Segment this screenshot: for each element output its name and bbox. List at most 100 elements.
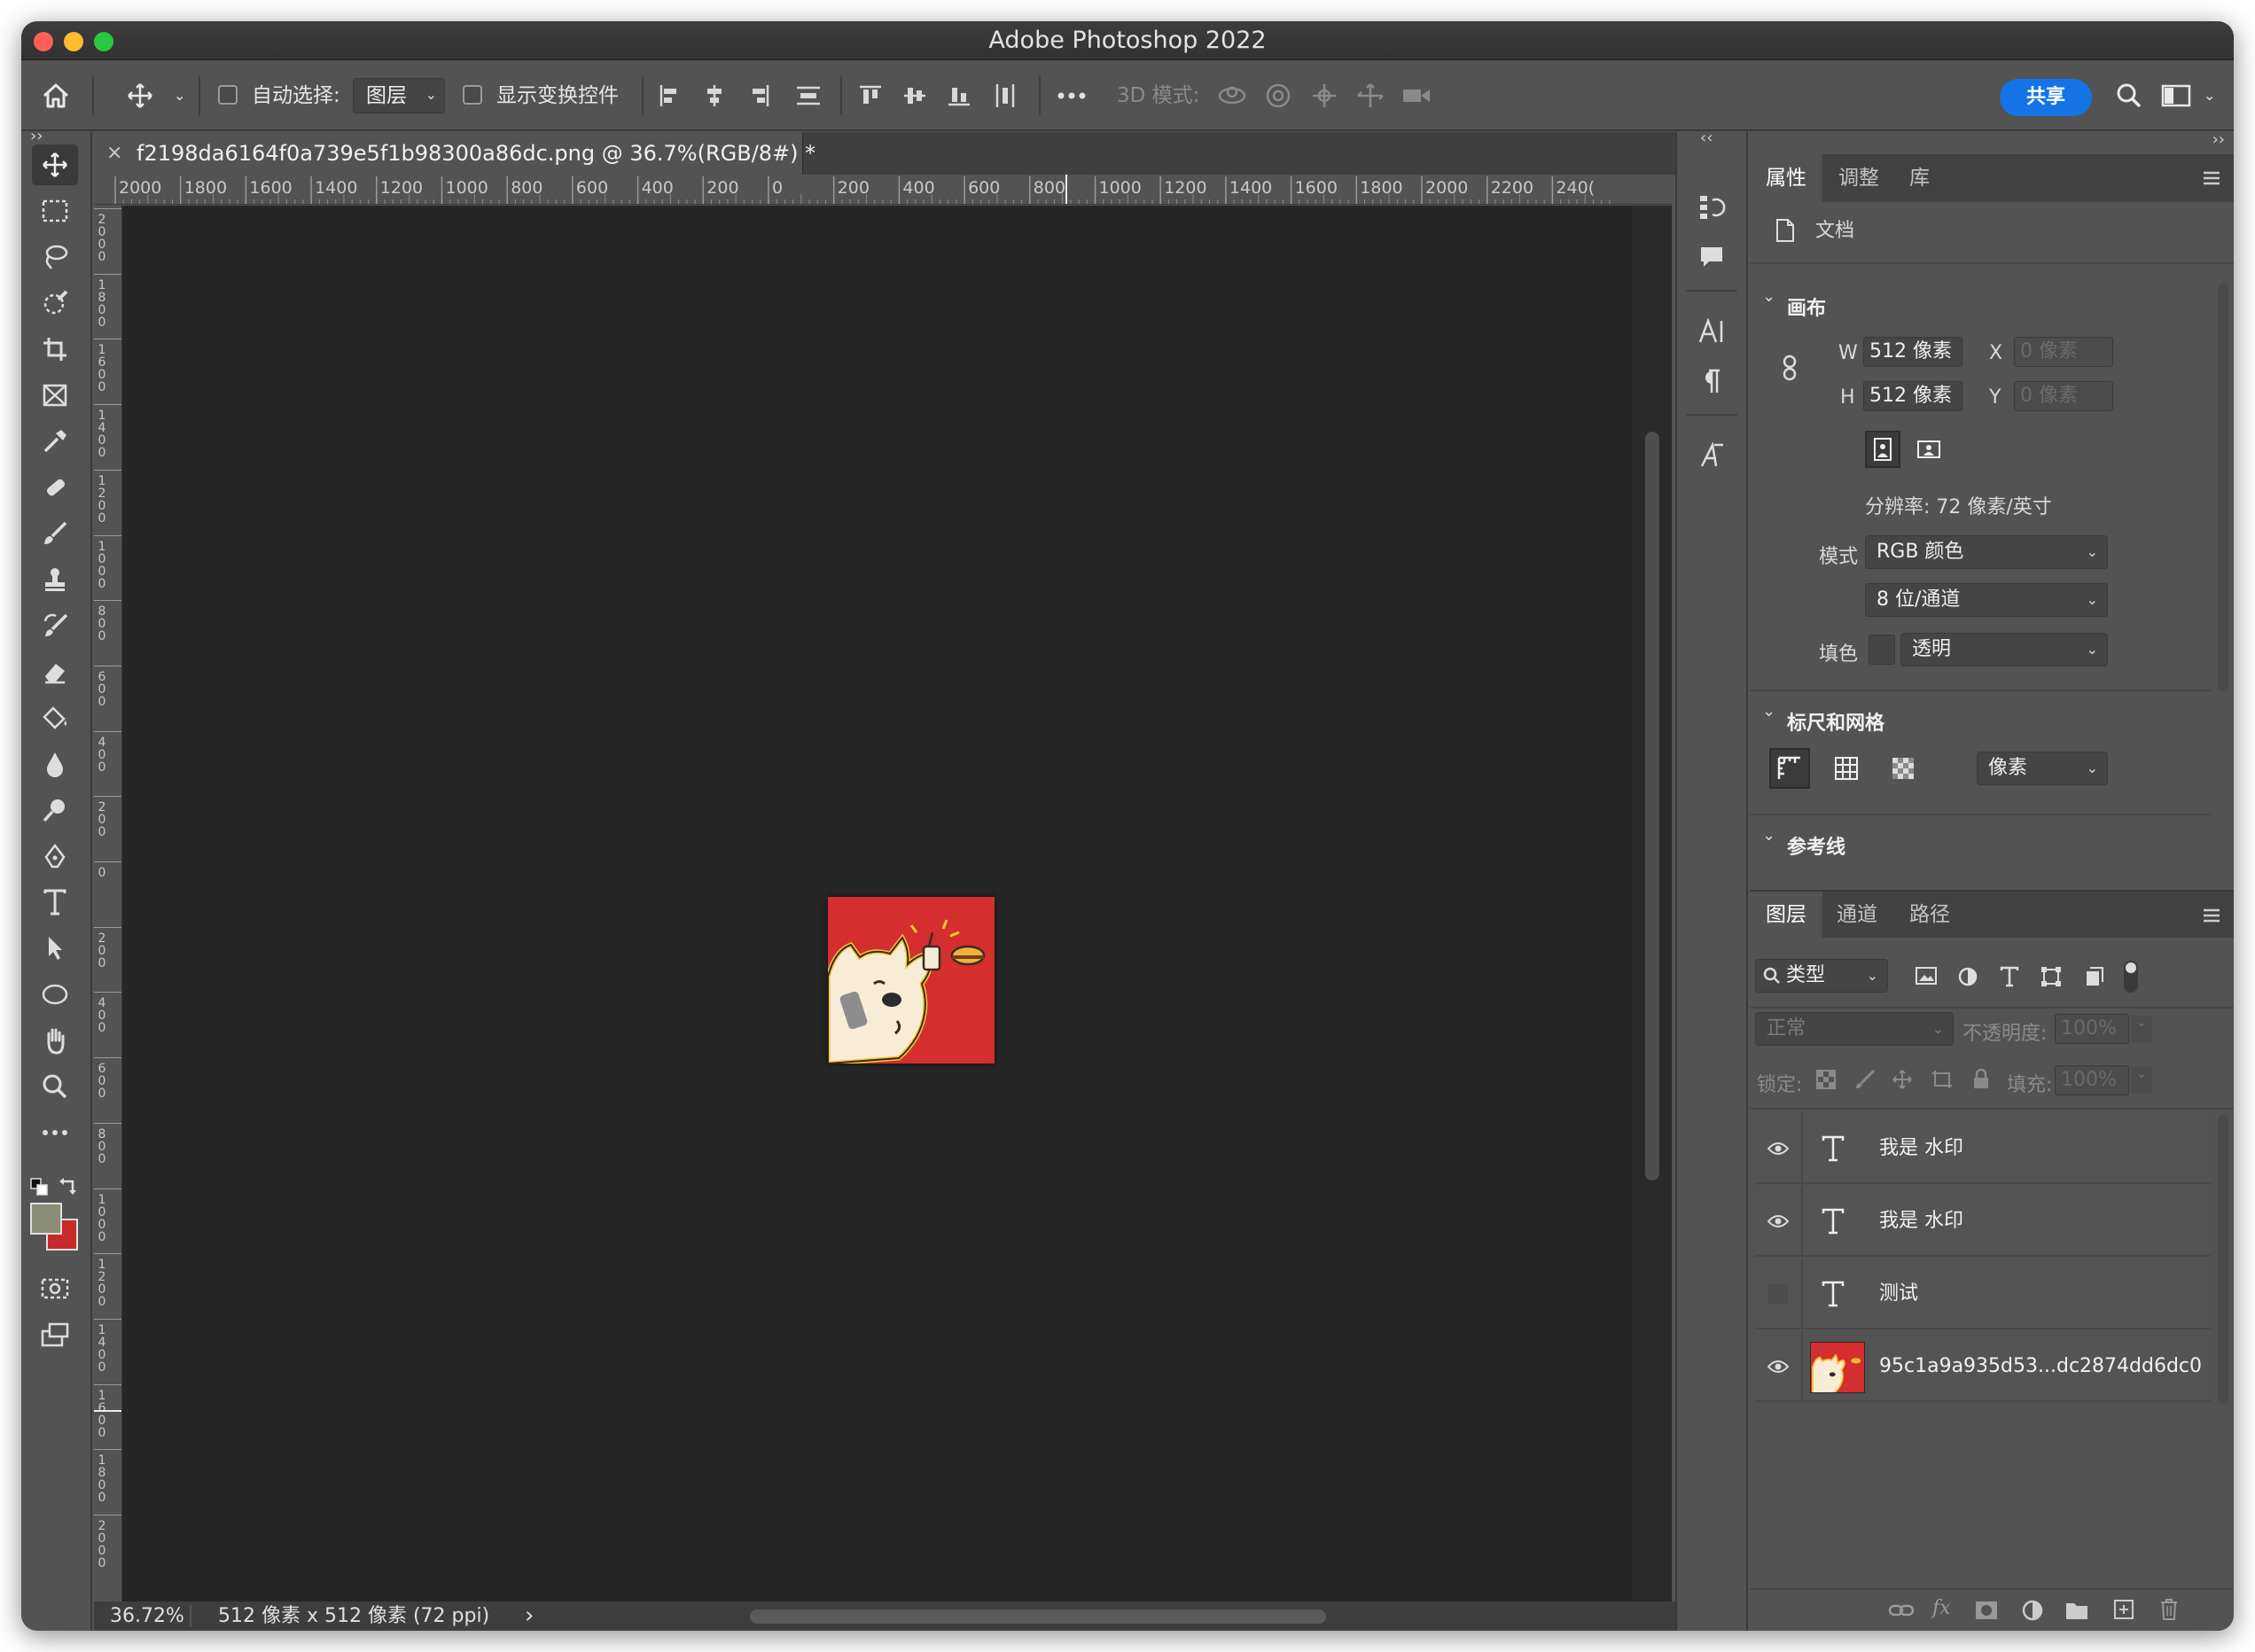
paragraph-panel-icon[interactable] bbox=[1689, 359, 1734, 403]
visibility-eye-icon[interactable] bbox=[1755, 1331, 1801, 1402]
add-mask-icon[interactable] bbox=[1975, 1601, 1998, 1620]
lock-artboard-icon[interactable] bbox=[1931, 1069, 1954, 1090]
status-menu-arrow[interactable]: › bbox=[525, 1601, 534, 1631]
vertical-scroll-thumb[interactable] bbox=[1645, 432, 1659, 1181]
vertical-scrollbar[interactable] bbox=[1633, 206, 1672, 1601]
healing-brush-tool[interactable] bbox=[32, 467, 78, 508]
more-options-icon[interactable] bbox=[1049, 60, 1094, 131]
canvas-area[interactable] bbox=[122, 206, 1672, 1601]
fx-icon[interactable]: fx bbox=[1932, 1597, 1951, 1619]
mode-dropdown[interactable]: RGB 颜色 ⌄ bbox=[1865, 535, 2108, 569]
lock-position-icon[interactable] bbox=[1892, 1069, 1913, 1090]
visibility-eye-icon[interactable] bbox=[1755, 1186, 1801, 1257]
filter-adjustment-icon[interactable] bbox=[1957, 966, 1978, 987]
panel-menu-icon[interactable] bbox=[2202, 908, 2221, 923]
tab-channels[interactable]: 通道 bbox=[1837, 892, 1877, 938]
filter-smart-object-icon[interactable] bbox=[2085, 966, 2104, 987]
distribute-icon[interactable] bbox=[789, 60, 828, 131]
layer-row[interactable]: 测试 bbox=[1755, 1258, 2211, 1329]
horizontal-scroll-thumb[interactable] bbox=[750, 1609, 1326, 1624]
comments-panel-icon[interactable] bbox=[1689, 235, 1734, 279]
layer-filter-dropdown[interactable]: 类型 ⌄ bbox=[1755, 959, 1888, 993]
filter-pixel-icon[interactable] bbox=[1915, 966, 1938, 986]
move-tool[interactable] bbox=[32, 144, 78, 185]
crop-tool[interactable] bbox=[32, 329, 78, 370]
filter-type-icon[interactable] bbox=[2000, 966, 2019, 987]
glyphs-panel-icon[interactable] bbox=[1689, 433, 1734, 478]
chevron-down-icon[interactable]: ⌄ bbox=[2131, 1016, 2152, 1042]
hand-tool[interactable] bbox=[32, 1020, 78, 1061]
paint-bucket-tool[interactable] bbox=[32, 697, 78, 738]
lock-pixels-icon[interactable] bbox=[1854, 1069, 1876, 1090]
collapse-icon[interactable]: ›› bbox=[30, 127, 43, 145]
align-hcenter-icon[interactable] bbox=[697, 60, 732, 131]
ruler-units-dropdown[interactable]: 像素 ⌄ bbox=[1977, 752, 2108, 785]
portrait-orientation-button[interactable] bbox=[1865, 431, 1900, 468]
canvas-section-title[interactable]: 画布 bbox=[1787, 292, 1826, 321]
layer-row[interactable]: 我是 水印 bbox=[1755, 1186, 2211, 1257]
guides-section-title[interactable]: 参考线 bbox=[1787, 831, 1845, 860]
type-tool[interactable] bbox=[32, 882, 78, 923]
eraser-tool[interactable] bbox=[32, 651, 78, 692]
3d-pan-icon[interactable] bbox=[1305, 60, 1344, 131]
path-selection-tool[interactable] bbox=[32, 928, 78, 969]
auto-select-dropdown[interactable]: 图层 ⌄ bbox=[353, 78, 445, 113]
eyedropper-tool[interactable] bbox=[32, 421, 78, 462]
panel-menu-icon[interactable] bbox=[2202, 170, 2221, 186]
ellipse-tool[interactable] bbox=[32, 974, 78, 1015]
home-icon[interactable] bbox=[34, 60, 78, 131]
chevron-down-icon[interactable]: ⌄ bbox=[174, 60, 185, 131]
layer-row[interactable]: 95c1a9a935d53...dc2874dd6dc0 bbox=[1755, 1331, 2211, 1402]
tab-adjustments[interactable]: 调整 bbox=[1838, 154, 1879, 202]
search-icon[interactable] bbox=[2110, 60, 2149, 131]
history-brush-tool[interactable] bbox=[32, 605, 78, 646]
foreground-color-swatch[interactable] bbox=[30, 1203, 62, 1235]
grid-toggle-icon[interactable] bbox=[1826, 748, 1867, 789]
filter-shape-icon[interactable] bbox=[2040, 966, 2062, 987]
align-vcenter-icon[interactable] bbox=[897, 60, 932, 131]
new-group-icon[interactable] bbox=[2065, 1601, 2088, 1620]
expand-panels-icon[interactable]: ‹‹ bbox=[1700, 129, 1713, 147]
move-tool-icon[interactable] bbox=[121, 60, 160, 131]
layer-name[interactable]: 测试 bbox=[1879, 1258, 1918, 1329]
link-icon[interactable] bbox=[1782, 355, 1798, 381]
document-image[interactable] bbox=[828, 897, 995, 1064]
blur-tool[interactable] bbox=[32, 744, 78, 784]
pixel-grid-toggle-icon[interactable] bbox=[1883, 748, 1923, 789]
fill-dropdown[interactable]: 透明 ⌄ bbox=[1900, 633, 2108, 666]
height-field[interactable]: 512 像素 bbox=[1863, 381, 1962, 411]
share-button[interactable]: 共享 bbox=[2000, 79, 2092, 116]
link-layers-icon[interactable] bbox=[1888, 1601, 1915, 1620]
quick-select-tool[interactable] bbox=[32, 283, 78, 323]
screen-mode-icon[interactable] bbox=[32, 1314, 78, 1355]
filter-toggle-icon[interactable] bbox=[2124, 961, 2138, 993]
3d-roll-icon[interactable] bbox=[1259, 60, 1298, 131]
align-bottom-icon[interactable] bbox=[941, 60, 977, 131]
zoom-tool[interactable] bbox=[32, 1066, 78, 1107]
y-field[interactable]: 0 像素 bbox=[2014, 381, 2113, 411]
3d-slide-icon[interactable] bbox=[1351, 60, 1390, 131]
show-transform-checkbox[interactable] bbox=[463, 85, 482, 105]
rulers-grids-section-title[interactable]: 标尺和网格 bbox=[1787, 707, 1884, 736]
swap-colors-icon[interactable] bbox=[59, 1176, 78, 1196]
tab-libraries[interactable]: 库 bbox=[1909, 154, 1930, 202]
blend-mode-dropdown[interactable]: 正常 ⌄ bbox=[1755, 1012, 1954, 1046]
chevron-down-icon[interactable]: ⌄ bbox=[2204, 60, 2215, 131]
fill-opacity-field[interactable]: 100% bbox=[2055, 1065, 2129, 1095]
layers-scrollbar[interactable] bbox=[2218, 1115, 2228, 1404]
landscape-orientation-button[interactable] bbox=[1911, 431, 1947, 468]
auto-select-checkbox[interactable] bbox=[218, 85, 238, 105]
close-tab-icon[interactable]: × bbox=[106, 132, 122, 175]
x-field[interactable]: 0 像素 bbox=[2014, 337, 2113, 367]
lasso-tool[interactable] bbox=[32, 237, 78, 277]
character-panel-icon[interactable] bbox=[1689, 309, 1734, 354]
workspace-icon[interactable] bbox=[2156, 60, 2196, 131]
zoom-level[interactable]: 36.72% bbox=[110, 1601, 184, 1631]
chevron-down-icon[interactable]: ⌄ bbox=[1762, 287, 1775, 306]
distribute-vertical-icon[interactable] bbox=[987, 60, 1023, 131]
layer-name[interactable]: 我是 水印 bbox=[1879, 1186, 1963, 1257]
chevron-down-icon[interactable]: ⌄ bbox=[1762, 826, 1775, 845]
adjustment-layer-icon[interactable] bbox=[2021, 1599, 2044, 1622]
document-tab[interactable]: × f2198da6164f0a739e5f1b98300a86dc.png @… bbox=[94, 132, 815, 175]
brush-tool[interactable] bbox=[32, 513, 78, 554]
